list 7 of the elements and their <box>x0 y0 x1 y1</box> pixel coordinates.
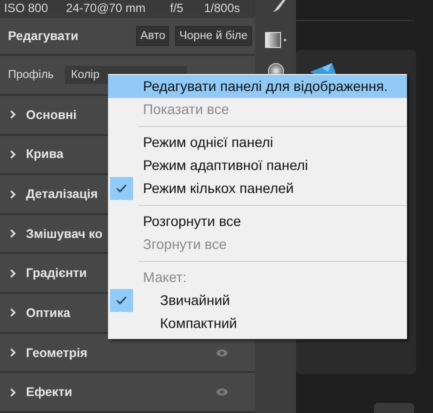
profile-label: Профіль <box>8 69 55 82</box>
panel-title: Редагувати <box>8 29 78 44</box>
menu-header: Макет: <box>142 268 187 287</box>
exif-value: 24-70@70 mm <box>66 0 147 15</box>
exif-value: f/5 <box>170 0 184 15</box>
exif-value: ISO 800 <box>4 0 50 15</box>
exif-value: 1/800s <box>204 0 240 15</box>
